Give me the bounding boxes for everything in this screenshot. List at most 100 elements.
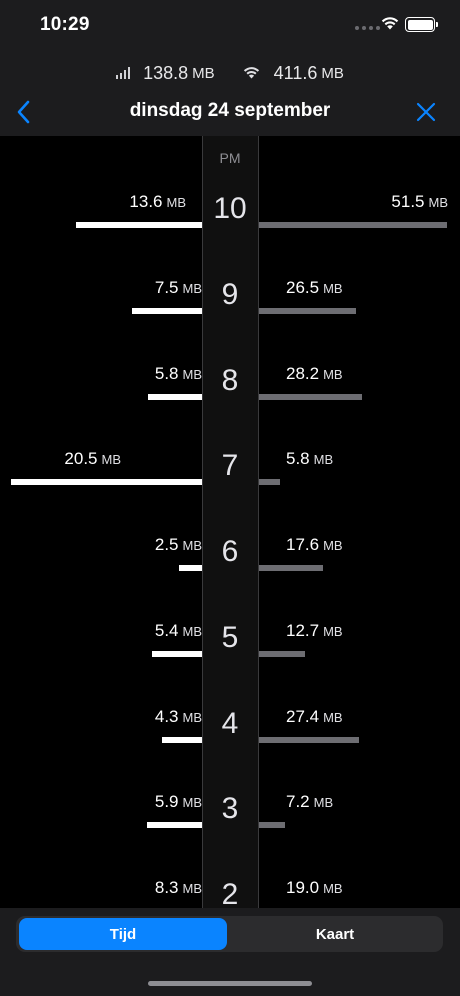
unit-label: MB xyxy=(182,623,203,639)
unit-label: MB xyxy=(323,623,343,639)
cellular-value: 5.8 xyxy=(154,363,179,383)
hour-label: 7 xyxy=(221,449,239,483)
hour-label: 9 xyxy=(221,277,239,311)
wifi-value-label: 26.5 MB xyxy=(286,278,343,298)
unit-label: MB xyxy=(166,195,187,210)
wifi-value: 28.2 xyxy=(286,363,320,383)
page-title: dinsdag 24 september xyxy=(129,100,331,121)
cellular-value: 8.3 xyxy=(154,878,179,897)
wifi-bar xyxy=(259,479,280,486)
cellular-value-label: 7.5 MB xyxy=(155,278,202,298)
cellular-bar xyxy=(179,565,202,571)
cellular-value: 5.9 xyxy=(154,792,179,812)
unit-label: MB xyxy=(182,795,203,811)
battery-tip xyxy=(436,22,438,27)
wifi-status-icon xyxy=(381,16,399,35)
cellular-bar xyxy=(132,307,202,314)
tab-tijd[interactable]: Tijd xyxy=(19,918,227,950)
home-indicator[interactable] xyxy=(148,981,312,986)
cellular-value: 5.4 xyxy=(154,620,179,640)
wifi-bar xyxy=(259,565,323,571)
wifi-value-label: 51.5 MB xyxy=(391,192,448,212)
cellular-value-label: 5.9 MB xyxy=(155,792,202,812)
wifi-value-label: 28.2 MB xyxy=(286,364,343,384)
wifi-bar xyxy=(259,222,447,228)
wifi-value: 5.8 xyxy=(286,449,310,469)
wifi-value: 19.0 xyxy=(286,878,320,897)
hour-label: 4 xyxy=(221,706,239,740)
wifi-value-label: 27.4 MB xyxy=(286,707,343,727)
cellular-value-label: 4.3 MB xyxy=(155,707,202,727)
cellular-value-label: 8.3 MB xyxy=(155,878,202,898)
wifi-bar xyxy=(259,393,362,400)
unit-label: MB xyxy=(182,538,203,553)
cellular-value-label: 5.8 MB xyxy=(155,364,202,384)
cellular-total-unit: MB xyxy=(192,64,215,82)
cellular-value: 20.5 xyxy=(64,449,98,469)
cellular-bar xyxy=(147,822,202,829)
wifi-value: 7.2 xyxy=(286,792,310,812)
wifi-bar xyxy=(259,736,359,743)
unit-label: MB xyxy=(182,280,203,296)
wifi-value-label: 19.0 MB xyxy=(286,878,343,898)
cellular-bar xyxy=(148,393,202,400)
wifi-value: 27.4 xyxy=(286,706,320,726)
close-button[interactable] xyxy=(413,98,439,126)
cellular-signal-icon xyxy=(355,26,380,30)
hour-label: 5 xyxy=(221,620,239,654)
status-bar: 10:29 xyxy=(0,0,460,50)
unit-label: MB xyxy=(323,881,343,896)
wifi-icon xyxy=(243,63,260,84)
wifi-value: 26.5 xyxy=(286,277,320,297)
cellular-value-label: 5.4 MB xyxy=(155,621,202,641)
wifi-value-label: 5.8 MB xyxy=(286,449,333,469)
cellular-value: 2.5 xyxy=(154,535,179,554)
status-time: 10:29 xyxy=(40,14,90,35)
wifi-bar xyxy=(259,822,285,829)
unit-label: MB xyxy=(313,795,334,811)
unit-label: MB xyxy=(182,366,203,382)
hour-label: 10 xyxy=(213,192,247,225)
usage-totals: 138.8 MB 411.6 MB xyxy=(0,60,460,86)
cellular-value: 4.3 xyxy=(154,706,179,726)
cellular-value-label: 20.5 MB xyxy=(64,449,121,469)
cellular-bar xyxy=(152,650,202,657)
wifi-total-value: 411.6 xyxy=(273,62,318,83)
period-label: PM xyxy=(219,150,241,166)
cellular-value-label: 2.5 MB xyxy=(155,535,202,555)
wifi-value-label: 17.6 MB xyxy=(286,535,343,555)
unit-label: MB xyxy=(323,709,343,725)
right-divider xyxy=(258,136,259,908)
cellular-bar xyxy=(162,736,202,743)
unit-label: MB xyxy=(182,709,203,725)
unit-label: MB xyxy=(182,881,203,896)
cellular-value-label: 13.6 MB xyxy=(129,192,186,212)
unit-label: MB xyxy=(323,366,343,382)
tab-kaart[interactable]: Kaart xyxy=(230,918,440,950)
wifi-value: 17.6 xyxy=(286,535,320,554)
bottom-bar: Tijd Kaart xyxy=(0,908,460,996)
close-icon xyxy=(416,102,436,122)
wifi-total: 411.6 MB xyxy=(243,63,344,84)
cellular-total-value: 138.8 xyxy=(143,62,189,83)
unit-label: MB xyxy=(323,280,343,296)
hourly-usage-chart[interactable]: PM 10 13.6 MB 51.5 MB 9 7.5 MB 26.5 MB 8 5.8 MB 28.2 M… xyxy=(0,136,460,908)
cellular-total: 138.8 MB xyxy=(116,63,215,84)
unit-label: MB xyxy=(101,452,122,468)
header: 138.8 MB 411.6 MB dinsdag 24 september xyxy=(0,50,460,136)
hour-label: 6 xyxy=(221,535,239,568)
cellular-value: 13.6 xyxy=(129,192,163,211)
wifi-value-label: 7.2 MB xyxy=(286,792,333,812)
wifi-value-label: 12.7 MB xyxy=(286,621,343,641)
cellular-icon xyxy=(116,67,131,79)
unit-label: MB xyxy=(313,452,334,468)
cellular-bar xyxy=(11,479,202,486)
cellular-bar xyxy=(76,222,202,228)
unit-label: MB xyxy=(428,195,449,210)
battery-icon xyxy=(405,17,435,32)
cellular-value: 7.5 xyxy=(154,277,179,297)
wifi-bar xyxy=(259,307,356,314)
view-segmented-control: Tijd Kaart xyxy=(16,916,443,952)
hour-label: 2 xyxy=(221,878,239,908)
wifi-bar xyxy=(259,650,305,657)
